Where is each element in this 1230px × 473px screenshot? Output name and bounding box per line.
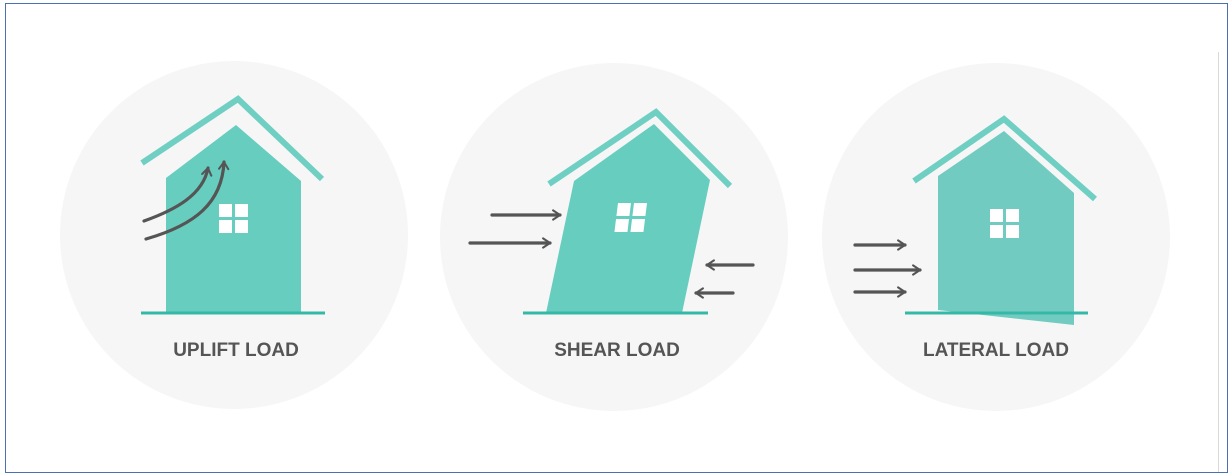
panel-lateral: LATERAL LOAD xyxy=(822,63,1170,411)
panel-shear: SHEAR LOAD xyxy=(440,63,788,411)
panel-label: SHEAR LOAD xyxy=(554,340,680,361)
panel-label: UPLIFT LOAD xyxy=(173,340,299,361)
panel-uplift: UPLIFT LOAD xyxy=(60,61,408,409)
load-types-diagram: UPLIFT LOAD SHEAR LOAD LATERAL LOAD xyxy=(60,61,1170,411)
panel-label: LATERAL LOAD xyxy=(923,340,1069,361)
